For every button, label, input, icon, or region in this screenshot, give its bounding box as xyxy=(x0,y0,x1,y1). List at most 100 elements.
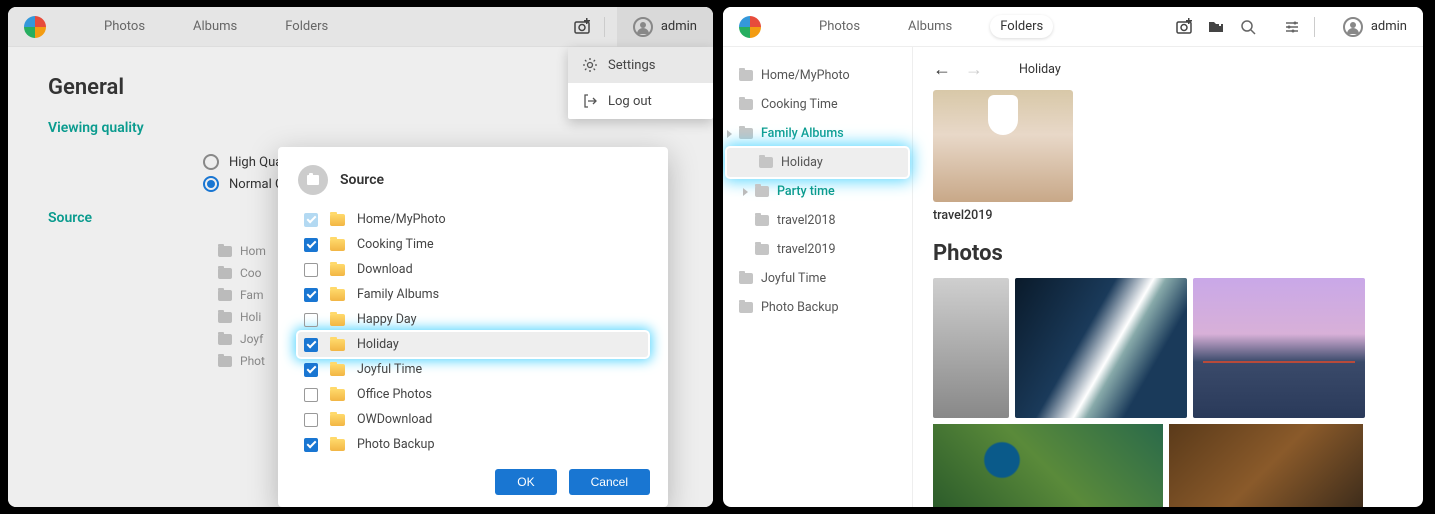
sidebar-item[interactable]: Family Albums xyxy=(723,119,912,148)
folder-icon xyxy=(330,389,345,401)
search-icon[interactable] xyxy=(1238,17,1258,37)
gear-icon xyxy=(582,57,598,73)
checkbox[interactable] xyxy=(304,338,318,352)
photo-thumb[interactable] xyxy=(933,424,1163,507)
folder-sidebar: Home/MyPhoto Cooking Time Family Albums Hol… xyxy=(723,47,913,507)
nav-forward-icon: → xyxy=(965,59,983,80)
checkbox[interactable] xyxy=(304,438,318,452)
logout-icon xyxy=(582,93,598,109)
folder-icon xyxy=(330,439,345,451)
sidebar-item[interactable]: Party time xyxy=(723,177,912,206)
settings-window: Photos Albums Folders admin Settings Log… xyxy=(8,7,713,507)
sidebar-item-label: Family Albums xyxy=(761,126,844,141)
sidebar-item[interactable]: Holiday xyxy=(727,148,908,177)
nav-photos[interactable]: Photos xyxy=(94,15,155,38)
nav-tabs: Photos Albums Folders xyxy=(809,15,1146,38)
photo-thumb[interactable] xyxy=(1015,278,1187,418)
user-menu[interactable]: admin xyxy=(1327,7,1423,47)
topbar-left: Photos Albums Folders admin xyxy=(8,7,713,47)
sidebar-item[interactable]: travel2019 xyxy=(723,235,912,264)
source-row[interactable]: Holiday xyxy=(298,332,648,357)
photo-thumb[interactable] xyxy=(1169,424,1363,507)
folder-label: Joyf xyxy=(240,332,263,346)
sidebar-item-label: Holiday xyxy=(781,155,823,170)
menu-logout[interactable]: Log out xyxy=(568,83,713,119)
username: admin xyxy=(661,19,697,34)
checkbox[interactable] xyxy=(304,288,318,302)
user-menu[interactable]: admin xyxy=(617,7,713,47)
dialog-title: Source xyxy=(340,172,384,188)
source-row[interactable]: Joyful Time xyxy=(298,357,648,382)
user-avatar-icon xyxy=(1343,17,1363,37)
breadcrumb: Holiday xyxy=(1019,62,1061,77)
photo-thumb[interactable] xyxy=(933,278,1009,418)
source-row[interactable]: Family Albums xyxy=(298,282,648,307)
nav-folders[interactable]: Folders xyxy=(275,15,338,38)
sidebar-item-label: Cooking Time xyxy=(761,97,838,112)
expand-arrow-icon xyxy=(727,130,732,138)
source-row[interactable]: Office Photos xyxy=(298,382,648,407)
folder-icon xyxy=(755,244,769,255)
source-row[interactable]: Home/MyPhoto xyxy=(298,207,648,232)
nav-folders[interactable]: Folders xyxy=(990,15,1053,38)
app-logo[interactable] xyxy=(739,16,761,38)
folder-icon xyxy=(739,302,753,313)
folder-icon xyxy=(330,364,345,376)
nav-back-icon[interactable]: ← xyxy=(933,59,951,80)
filter-icon[interactable] xyxy=(1282,17,1302,37)
sidebar-item[interactable]: Cooking Time xyxy=(723,90,912,119)
checkbox[interactable] xyxy=(304,313,318,327)
sidebar-item[interactable]: Joyful Time xyxy=(723,264,912,293)
folders-window: Photos Albums Folders admin xyxy=(723,7,1423,507)
folder-icon xyxy=(218,312,232,323)
source-label: Download xyxy=(357,262,413,277)
source-row[interactable]: OWDownload xyxy=(298,407,648,432)
checkbox[interactable] xyxy=(304,388,318,402)
source-row[interactable]: Download xyxy=(298,257,648,282)
ok-button[interactable]: OK xyxy=(495,469,556,495)
folder-icon xyxy=(330,339,345,351)
sidebar-item-label: travel2019 xyxy=(777,242,836,257)
source-row[interactable]: Photo Backup xyxy=(298,432,648,457)
nav-tabs: Photos Albums Folders xyxy=(94,15,544,38)
checkbox[interactable] xyxy=(304,213,318,227)
sidebar-item[interactable]: travel2018 xyxy=(723,206,912,235)
checkbox[interactable] xyxy=(304,363,318,377)
sidebar-item[interactable]: Home/MyPhoto xyxy=(723,61,912,90)
folder-icon xyxy=(330,314,345,326)
source-label: Cooking Time xyxy=(357,237,434,252)
source-label: Joyful Time xyxy=(357,362,422,377)
folder-icon xyxy=(739,128,753,139)
nav-photos[interactable]: Photos xyxy=(809,15,870,38)
nav-albums[interactable]: Albums xyxy=(183,15,247,38)
source-label: Happy Day xyxy=(357,312,417,327)
sidebar-item[interactable]: Photo Backup xyxy=(723,293,912,322)
folder-thumb-travel2019[interactable] xyxy=(933,90,1073,202)
folder-icon xyxy=(330,289,345,301)
checkbox[interactable] xyxy=(304,413,318,427)
radio-normal-label: Normal C xyxy=(229,177,283,192)
folder-icon xyxy=(330,239,345,251)
source-row[interactable]: Happy Day xyxy=(298,307,648,332)
source-row[interactable]: Cooking Time xyxy=(298,232,648,257)
source-dialog-icon xyxy=(298,165,328,195)
folder-icon xyxy=(218,268,232,279)
photo-thumb[interactable] xyxy=(1193,278,1365,418)
folder-icon xyxy=(218,334,232,345)
add-photo-icon[interactable] xyxy=(1174,17,1194,37)
folder-icon xyxy=(218,356,232,367)
folder-icon xyxy=(739,99,753,110)
source-label: OWDownload xyxy=(357,412,432,427)
add-folder-icon[interactable] xyxy=(1206,17,1226,37)
section-viewing-quality: Viewing quality xyxy=(48,120,673,136)
source-label: Holiday xyxy=(357,337,399,352)
add-photo-icon[interactable] xyxy=(572,17,592,37)
cancel-button[interactable]: Cancel xyxy=(569,469,650,495)
checkbox[interactable] xyxy=(304,238,318,252)
menu-settings[interactable]: Settings xyxy=(568,47,713,83)
sidebar-item-label: travel2018 xyxy=(777,213,836,228)
folder-icon xyxy=(330,414,345,426)
app-logo[interactable] xyxy=(24,16,46,38)
checkbox[interactable] xyxy=(304,263,318,277)
nav-albums[interactable]: Albums xyxy=(898,15,962,38)
